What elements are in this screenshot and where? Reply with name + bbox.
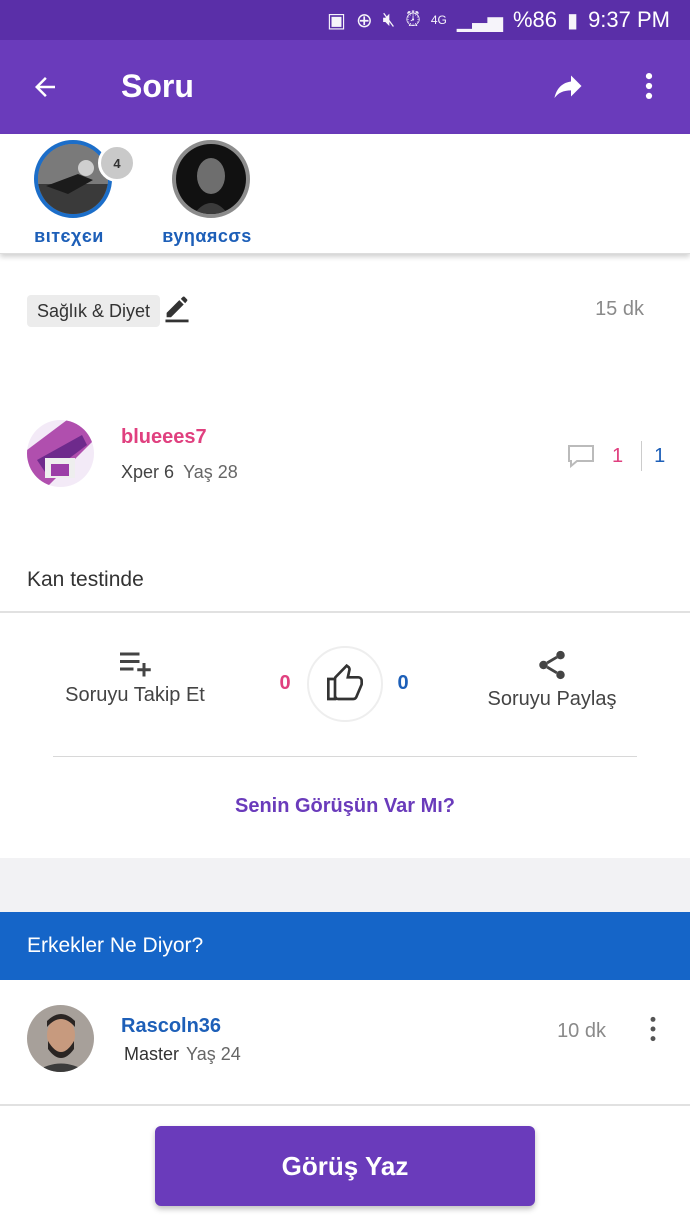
story-item[interactable]: 4 вιтєχєи xyxy=(14,140,136,250)
opinion-prompt-link[interactable]: Senin Görüşün Var Mı? xyxy=(0,795,690,818)
story-avatar xyxy=(172,140,250,218)
author-name[interactable]: blueees7 xyxy=(121,426,207,449)
author-meta: Xper 6 Yaş 28 xyxy=(121,462,238,483)
more-options-button[interactable] xyxy=(632,68,666,108)
answer-author-level: Master xyxy=(124,1044,180,1064)
author-level: Xper 6 xyxy=(121,462,175,482)
more-vert-icon xyxy=(650,1016,656,1042)
answer-time: 10 dk xyxy=(557,1020,606,1042)
follow-question-button[interactable]: Soruyu Takip Et xyxy=(40,648,230,707)
answer-author-age: Yaş 24 xyxy=(186,1044,241,1064)
like-button[interactable] xyxy=(307,646,383,722)
story-name: вуηαяcσѕ xyxy=(162,226,252,246)
answer-options-button[interactable] xyxy=(640,1014,666,1044)
signal-icon: ▁▃▅ xyxy=(456,9,503,32)
share-question-button[interactable]: Soruyu Paylaş xyxy=(462,648,642,711)
battery-level: %86 xyxy=(513,7,558,32)
share-icon xyxy=(539,650,565,680)
stats-divider xyxy=(641,441,643,471)
question-time: 15 dk xyxy=(595,298,644,320)
answer-author-meta: Master Yaş 24 xyxy=(124,1044,241,1065)
answer-avatar[interactable] xyxy=(27,1005,94,1072)
divider xyxy=(0,1104,690,1106)
follow-label: Soruyu Takip Et xyxy=(65,684,205,706)
clock: 9:37 PM xyxy=(588,7,670,32)
share-button[interactable] xyxy=(550,68,590,108)
playlist-add-icon xyxy=(120,652,151,677)
question-stats[interactable]: 1 1 xyxy=(566,440,665,472)
author-age: Yaş 28 xyxy=(183,462,238,482)
comment-icon xyxy=(568,445,594,469)
question-text: Kan testinde xyxy=(27,568,144,591)
battery-icon: ▮ xyxy=(567,9,579,32)
write-opinion-button[interactable]: Görüş Yaz xyxy=(155,1126,535,1206)
author-avatar[interactable] xyxy=(27,420,94,487)
story-name: вιтєχєи xyxy=(34,226,104,246)
comment-count: 1 xyxy=(612,444,624,467)
share-arrow-icon xyxy=(554,75,582,98)
thumbs-up-icon xyxy=(327,664,363,701)
category-tag[interactable]: Sağlık & Diyet xyxy=(27,295,161,327)
story-item[interactable]: вуηαяcσѕ xyxy=(152,140,262,250)
story-badge: 4 xyxy=(98,144,136,182)
mute-icon: 🔇︎ xyxy=(382,8,396,31)
app-bar: Soru xyxy=(0,40,690,134)
alarm-icon: ⏰︎ xyxy=(405,8,421,31)
like-count: 0 xyxy=(397,672,409,694)
pencil-icon xyxy=(165,296,189,323)
back-button[interactable] xyxy=(30,66,66,106)
dislike-count: 0 xyxy=(279,672,291,694)
stories-row: 4 вιтєχєи вуηαяcσѕ xyxy=(0,134,690,254)
data-saver-icon: ⊕ xyxy=(355,9,373,32)
share-label: Soruyu Paylaş xyxy=(487,688,617,710)
divider xyxy=(53,756,637,757)
answer-author-name[interactable]: Rascoln36 xyxy=(121,1015,221,1038)
network-label: 4G xyxy=(430,13,447,27)
status-bar: ▣ ⊕ 🔇︎ ⏰︎ 4G ▁▃▅ %86 ▮ 9:37 PM xyxy=(0,0,690,40)
more-vert-icon xyxy=(645,72,653,100)
page-title: Soru xyxy=(121,68,194,104)
divider xyxy=(0,611,690,613)
section-spacer xyxy=(0,858,690,912)
answer-count: 1 xyxy=(654,444,666,467)
notification-icon: ▣ xyxy=(326,9,346,32)
answers-section-header: Erkekler Ne Diyor? xyxy=(0,912,690,980)
arrow-left-icon xyxy=(35,77,55,97)
edit-button[interactable] xyxy=(163,293,191,323)
